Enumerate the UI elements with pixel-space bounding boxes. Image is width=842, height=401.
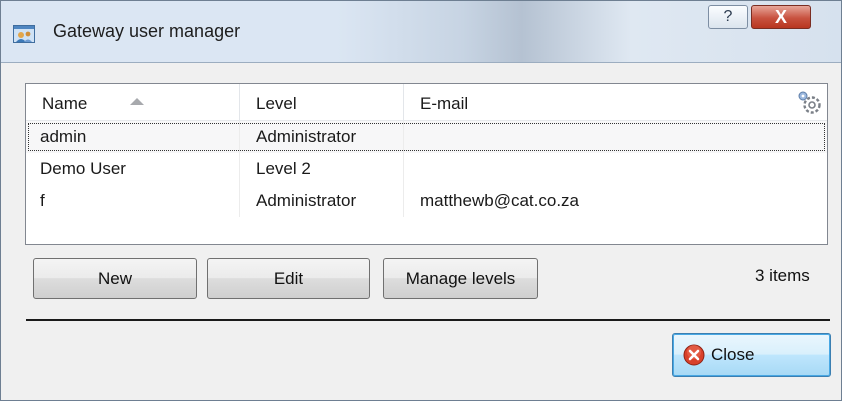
column-header-name[interactable]: Name xyxy=(26,84,240,120)
cell-email xyxy=(404,153,827,185)
new-button[interactable]: New xyxy=(33,258,197,299)
cell-name: admin xyxy=(26,121,240,153)
user-manager-icon xyxy=(13,25,35,43)
column-header-label: E-mail xyxy=(420,94,469,113)
table-row[interactable]: f Administrator matthewb@cat.co.za xyxy=(26,185,827,217)
column-header-label: Name xyxy=(42,94,88,113)
list-header: Name Level E-mail xyxy=(26,84,827,121)
manage-levels-button[interactable]: Manage levels xyxy=(383,258,538,299)
help-button[interactable]: ? xyxy=(708,5,748,29)
table-row[interactable]: admin Administrator xyxy=(26,121,827,153)
edit-button[interactable]: Edit xyxy=(207,258,370,299)
cell-level: Administrator xyxy=(240,121,404,153)
window-close-button[interactable]: X xyxy=(751,5,811,29)
sort-ascending-icon xyxy=(130,98,144,105)
items-count: 3 items xyxy=(755,266,810,285)
cell-level: Administrator xyxy=(240,185,404,217)
close-circle-icon xyxy=(683,344,705,366)
gateway-user-manager-window: Gateway user manager ? X Name Level E-ma… xyxy=(0,0,842,401)
users-list[interactable]: Name Level E-mail admin Administrator De… xyxy=(25,83,828,245)
close-button[interactable]: Close xyxy=(672,333,831,377)
gear-icon[interactable] xyxy=(795,89,823,117)
cell-email xyxy=(404,121,827,153)
column-header-level[interactable]: Level xyxy=(240,84,404,120)
column-header-email[interactable]: E-mail xyxy=(404,84,827,120)
cell-name: f xyxy=(26,185,240,217)
column-header-label: Level xyxy=(256,94,297,113)
cell-level: Level 2 xyxy=(240,153,404,185)
close-button-label: Close xyxy=(711,345,755,364)
window-title: Gateway user manager xyxy=(53,21,241,41)
table-row[interactable]: Demo User Level 2 xyxy=(26,153,827,185)
separator xyxy=(26,319,830,321)
title-bar[interactable]: Gateway user manager ? X xyxy=(1,1,841,63)
cell-name: Demo User xyxy=(26,153,240,185)
cell-email: matthewb@cat.co.za xyxy=(420,191,579,210)
